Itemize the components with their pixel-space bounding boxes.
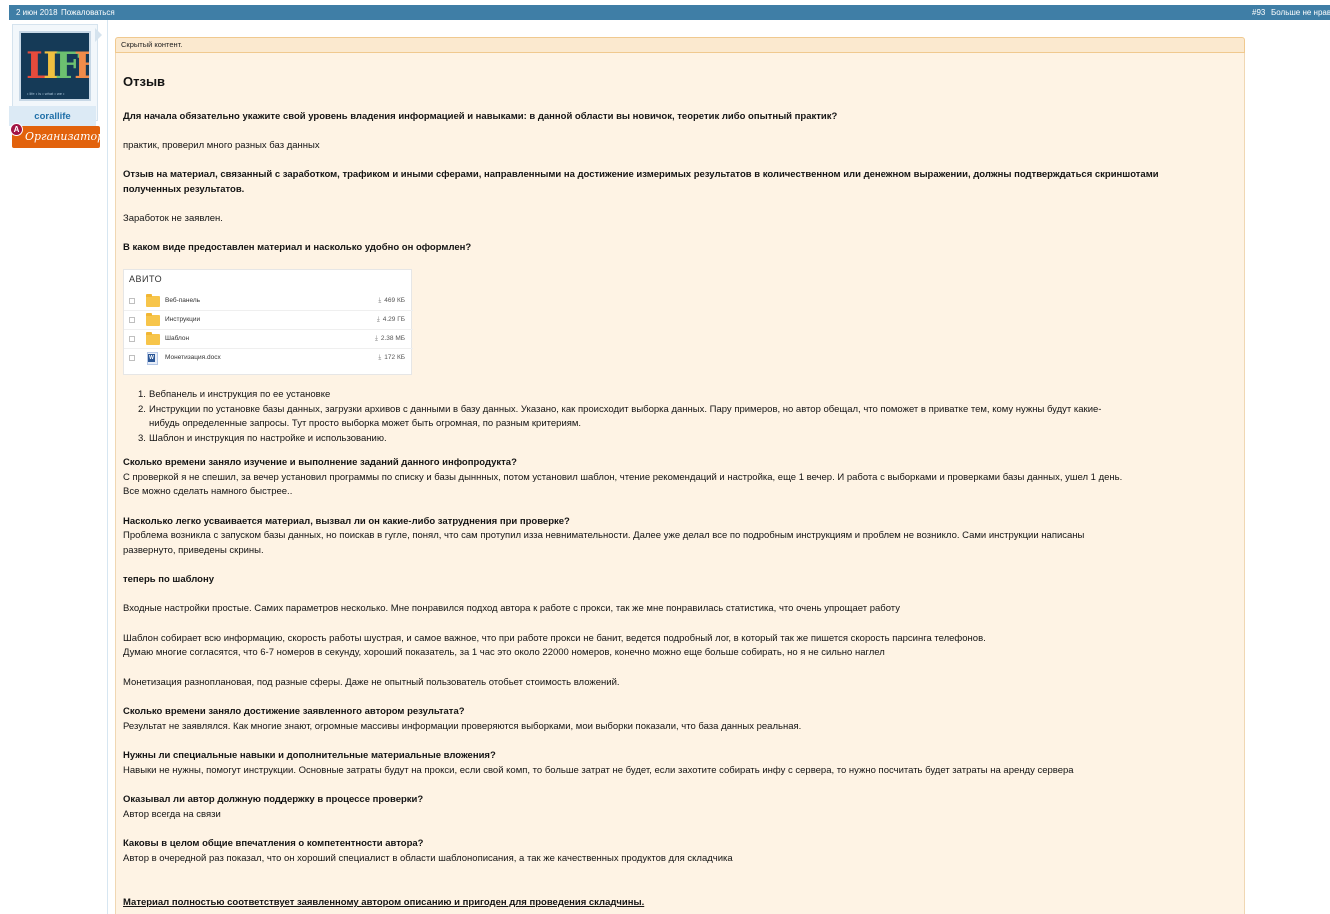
file-size: ⤓ 469 КБ <box>378 297 405 305</box>
file-name: Шаблон <box>165 335 190 342</box>
question-earnings-line2: полученных результатов. <box>123 184 245 195</box>
file-size: ⤓ 2.38 МБ <box>375 335 405 343</box>
badge-label: Организатор <box>25 130 105 143</box>
avatar[interactable]: L I F E • life • is • what • we • <box>19 31 91 101</box>
question-earnings-line1: Отзыв на материал, связанный с заработко… <box>123 169 1159 180</box>
list-number: 3. <box>138 432 146 444</box>
question-level: Для начала обязательно укажите свой уров… <box>123 111 838 122</box>
hidden-content-header: Скрытый контент. <box>115 37 1245 53</box>
file-size: ⤓ 172 КБ <box>378 354 405 362</box>
post-top-bar: 2 июн 2018 Пожаловаться #93 Больше не нр… <box>9 5 1330 20</box>
file-size: ⤓ 4.29 ГБ <box>377 316 405 324</box>
list-item-text: нибудь определенные запросы. Тут просто … <box>149 418 582 430</box>
list-item-text: Шаблон и инструкция по настройке и испол… <box>149 432 387 444</box>
list-item: 3. Шаблон и инструкция по настройке и ис… <box>138 432 1101 447</box>
question-competence: Каковы в целом общие впечатления о компе… <box>123 838 424 849</box>
badge-letter-icon: A <box>10 123 23 136</box>
organizer-badge: A Организатор <box>10 123 104 148</box>
question-difficulty: Насколько легко усваивается материал, вы… <box>123 516 570 527</box>
file-size-value: 4.29 ГБ <box>382 316 405 323</box>
checkbox-icon <box>129 317 135 323</box>
template-paragraph-2-line1: Шаблон собирает всю информацию, скорость… <box>123 633 986 644</box>
template-paragraph-2-line2: Думаю многие согласятся, что 6-7 номеров… <box>123 647 885 658</box>
answer-support: Автор всегда на связи <box>123 809 221 820</box>
hidden-content-label: Скрытый контент. <box>121 40 183 49</box>
avatar-letter-e: E <box>74 45 89 87</box>
review-conclusion: Материал полностью соответствует заявлен… <box>123 897 645 908</box>
download-icon: ⤓ <box>376 316 380 323</box>
answer-difficulty-line1: Проблема возникла с запуском базы данных… <box>123 530 1085 541</box>
download-icon: ⤓ <box>378 297 382 304</box>
answer-result-time: Результат не заявлялся. Как многие знают… <box>123 721 802 732</box>
question-format: В каком виде предоставлен материал и нас… <box>123 242 472 253</box>
download-icon: ⤓ <box>374 335 378 342</box>
file-row: Инструкции ⤓ 4.29 ГБ <box>124 311 413 330</box>
file-name: Инструкции <box>165 316 201 323</box>
file-row: Монетизация.docx ⤓172 КБ <box>124 349 413 368</box>
folder-icon <box>146 313 160 326</box>
list-item-text: Вебпанель и инструкция по ее установке <box>149 389 331 400</box>
answer-time-line1: С проверкой я не спешил, за вечер устано… <box>123 472 1123 483</box>
template-paragraph-3: Монетизация разноплановая, под разные сф… <box>123 677 620 688</box>
template-paragraph-1: Входные настройки простые. Самих парамет… <box>123 603 901 614</box>
file-list-title: АВИТО <box>129 274 163 284</box>
user-sidebar: L I F E • life • is • what • we • corall… <box>9 20 108 914</box>
question-skills: Нужны ли специальные навыки и дополнител… <box>123 750 496 761</box>
download-icon: ⤓ <box>378 354 382 361</box>
message-arrow <box>95 28 102 42</box>
list-item: 2. Инструкции по установке базы данных, … <box>138 403 1102 432</box>
file-size-value: 2.38 МБ <box>380 335 405 342</box>
report-link[interactable]: Пожаловаться <box>61 5 115 20</box>
list-item: 1. Вебпанель и инструкция по ее установк… <box>138 388 1101 403</box>
checkbox-icon <box>129 336 135 342</box>
answer-competence: Автор в очередной раз показал, что он хо… <box>123 853 733 864</box>
answer-level: практик, проверил много разных баз данны… <box>123 140 320 151</box>
material-list: 1. Вебпанель и инструкция по ее установк… <box>138 388 1102 447</box>
unlike-link[interactable]: Больше не нравится <box>1271 5 1330 20</box>
review-heading: Отзыв <box>123 74 166 89</box>
avatar-tagline: • life • is • what • we • <box>27 91 65 96</box>
list-item-text: Инструкции по установке базы данных, заг… <box>149 403 1102 415</box>
list-number: 1. <box>138 389 146 400</box>
folder-icon <box>146 294 160 307</box>
answer-skills: Навыки не нужны, помогут инструкции. Осн… <box>123 765 1074 776</box>
word-document-icon <box>147 352 158 365</box>
file-size-value: 172 КБ <box>384 354 405 361</box>
question-support: Оказывал ли автор должную поддержку в пр… <box>123 794 424 805</box>
post-number-link[interactable]: #93 <box>1252 5 1265 20</box>
username-link[interactable]: corallife <box>9 111 96 122</box>
list-number: 2. <box>138 403 146 415</box>
answer-difficulty-line2: развернуто, приведены скрины. <box>123 545 264 556</box>
file-list-screenshot[interactable]: АВИТО Веб-панель ⤓ 469 КБ Инструкции ⤓ 4.2… <box>123 269 413 375</box>
template-subheading: теперь по шаблону <box>123 574 214 585</box>
file-name: Веб-панель <box>165 297 201 304</box>
hidden-content-body: Отзыв Для начала обязательно укажите сво… <box>115 53 1245 914</box>
question-result-time: Сколько времени заняло достижение заявле… <box>123 706 465 717</box>
file-row: Веб-панель ⤓ 469 КБ <box>124 292 413 311</box>
file-size-value: 469 КБ <box>384 297 405 304</box>
checkbox-icon <box>129 355 135 361</box>
folder-icon <box>146 332 160 345</box>
file-row: Шаблон ⤓ 2.38 МБ <box>124 330 413 349</box>
checkbox-icon <box>129 298 135 304</box>
question-time: Сколько времени заняло изучение и выполн… <box>123 457 517 468</box>
post-date[interactable]: 2 июн 2018 <box>16 5 58 20</box>
answer-time-line2: Все можно сделать намного быстрее.. <box>123 486 293 497</box>
answer-earnings: Заработок не заявлен. <box>123 213 223 224</box>
file-name: Монетизация.docx <box>165 354 221 361</box>
username-box: corallife <box>9 106 96 126</box>
